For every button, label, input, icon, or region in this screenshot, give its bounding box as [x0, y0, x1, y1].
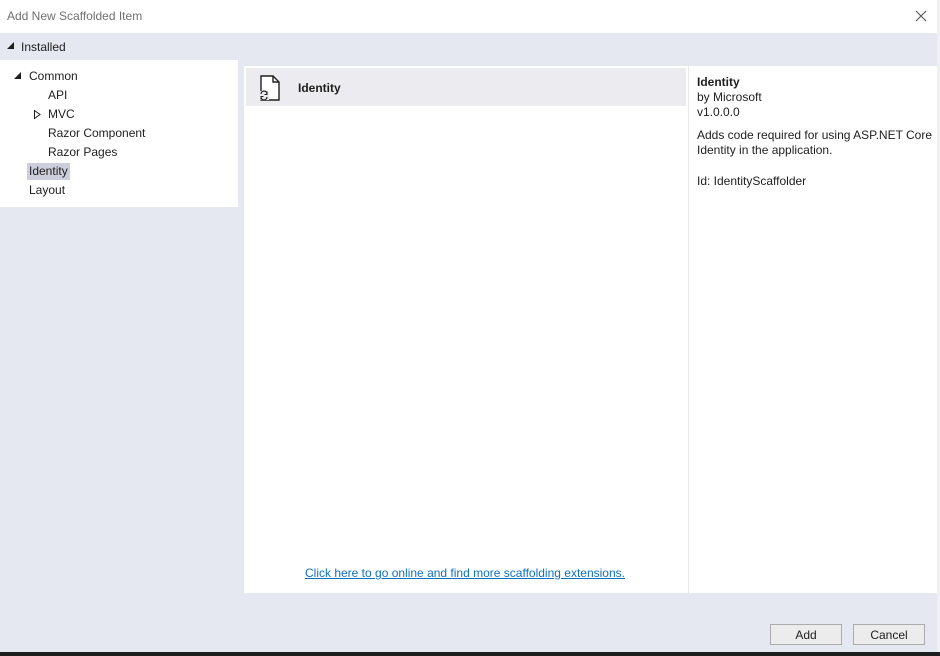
background-output-strip: [0, 652, 940, 656]
template-item-identity[interactable]: Identity: [246, 68, 686, 106]
dialog-title: Add New Scaffolded Item: [7, 9, 143, 23]
expanded-triangle-icon[interactable]: [14, 72, 22, 80]
template-list: Identity Click here to go online and fin…: [244, 66, 688, 593]
close-button[interactable]: [911, 6, 931, 26]
tree-item-mvc[interactable]: MVC: [46, 106, 77, 123]
detail-description: Adds code required for using ASP.NET Cor…: [697, 128, 933, 157]
scaffold-file-icon: [259, 75, 280, 101]
template-name: Identity: [298, 81, 341, 95]
detail-version: v1.0.0.0: [697, 105, 740, 119]
tree-item-identity[interactable]: Identity: [27, 163, 70, 180]
detail-author: by Microsoft: [697, 90, 762, 104]
tree-item-layout[interactable]: Layout: [27, 182, 67, 199]
tree-item-api[interactable]: API: [46, 87, 69, 104]
detail-id: Id: IdentityScaffolder: [697, 174, 807, 188]
installed-header[interactable]: Installed: [0, 33, 937, 60]
scaffold-dialog: Add New Scaffolded Item Installed Common…: [0, 0, 937, 652]
tree-item-razor-component[interactable]: Razor Component: [46, 125, 147, 142]
detail-name: Identity: [697, 75, 740, 89]
details-panel: Identity by Microsoft v1.0.0.0 Adds code…: [689, 66, 937, 593]
installed-label: Installed: [21, 40, 66, 54]
title-bar: Add New Scaffolded Item: [0, 0, 937, 33]
tree-item-common[interactable]: Common: [27, 68, 80, 85]
collapse-triangle-icon: [7, 42, 14, 49]
collapsed-triangle-icon[interactable]: [34, 110, 41, 119]
online-extensions-link[interactable]: Click here to go online and find more sc…: [305, 566, 625, 580]
category-tree: Common API MVC Razor Component Razor Pag…: [0, 60, 238, 207]
cancel-button[interactable]: Cancel: [853, 624, 925, 645]
tree-item-razor-pages[interactable]: Razor Pages: [46, 144, 119, 161]
add-button[interactable]: Add: [770, 624, 842, 645]
close-icon: [915, 10, 927, 22]
dialog-footer: Add Cancel: [0, 593, 937, 652]
